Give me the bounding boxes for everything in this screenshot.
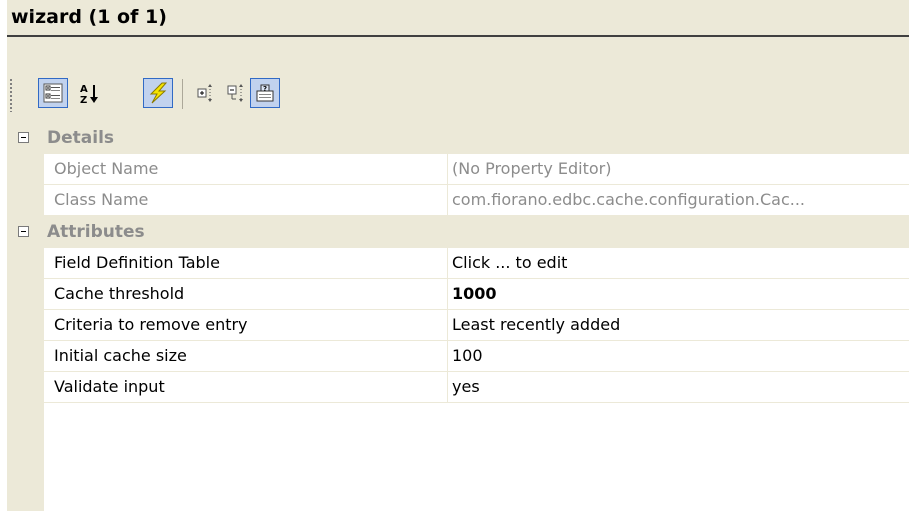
toolbar-separator xyxy=(182,79,183,109)
column-divider[interactable] xyxy=(447,341,448,371)
property-name: Class Name xyxy=(54,190,149,209)
categorized-button[interactable] xyxy=(38,78,68,108)
property-name: Criteria to remove entry xyxy=(54,315,248,334)
property-name: Object Name xyxy=(54,159,159,178)
property-row-object-name[interactable]: Object Name (No Property Editor) xyxy=(44,154,909,185)
property-row-class-name[interactable]: Class Name com.fiorano.edbc.cache.config… xyxy=(44,185,909,216)
alphabetical-sort-icon: A Z xyxy=(80,84,98,104)
events-button[interactable] xyxy=(143,78,173,108)
collapse-icon[interactable] xyxy=(18,132,29,143)
category-attributes[interactable]: Attributes xyxy=(7,216,909,248)
alphabetical-button[interactable]: A Z xyxy=(75,78,105,108)
property-pages-button[interactable]: ? xyxy=(250,78,280,108)
property-value[interactable]: yes xyxy=(452,372,907,402)
expand-all-button[interactable] xyxy=(191,78,221,108)
property-value: (No Property Editor) xyxy=(452,159,612,178)
toolbar-grip[interactable] xyxy=(10,79,13,112)
property-pages-icon: ? xyxy=(256,84,274,102)
property-name: Initial cache size xyxy=(54,346,187,365)
column-divider[interactable] xyxy=(447,372,448,402)
property-value: com.fiorano.edbc.cache.configuration.Cac… xyxy=(452,190,805,209)
property-grid: Details Object Name (No Property Editor)… xyxy=(7,122,909,511)
collapse-all-button[interactable] xyxy=(221,78,251,108)
events-icon xyxy=(149,82,168,104)
property-value[interactable]: 100 xyxy=(452,341,907,371)
property-value[interactable]: 1000 xyxy=(452,279,907,309)
panel-title: wizard (1 of 1) xyxy=(7,0,909,37)
collapse-icon[interactable] xyxy=(18,226,29,237)
expand-all-icon xyxy=(197,84,212,102)
property-panel: wizard (1 of 1) A Z ? Details Object Nam… xyxy=(7,0,909,511)
property-row-initial-cache-size[interactable]: Initial cache size 100 xyxy=(44,341,909,372)
svg-text:?: ? xyxy=(263,85,267,93)
column-divider[interactable] xyxy=(447,248,448,278)
property-name: Cache threshold xyxy=(54,284,185,303)
toolbar: A Z ? xyxy=(7,37,909,122)
svg-text:Z: Z xyxy=(80,95,87,104)
property-row-criteria-to-remove-entry[interactable]: Criteria to remove entry Least recently … xyxy=(44,310,909,341)
grid-gutter xyxy=(7,122,44,511)
property-value[interactable]: Click ... to edit xyxy=(452,248,907,278)
property-row-cache-threshold[interactable]: Cache threshold 1000 xyxy=(44,279,909,310)
property-value[interactable]: Least recently added xyxy=(452,310,907,340)
column-divider[interactable] xyxy=(447,279,448,309)
column-divider[interactable] xyxy=(447,310,448,340)
svg-text:A: A xyxy=(80,84,88,95)
property-row-validate-input[interactable]: Validate input yes xyxy=(44,372,909,403)
category-label: Details xyxy=(47,128,115,148)
category-details[interactable]: Details xyxy=(7,122,909,154)
category-label: Attributes xyxy=(47,222,145,242)
collapse-all-icon xyxy=(227,84,243,102)
property-row-field-definition-table[interactable]: Field Definition Table Click ... to edit xyxy=(44,248,909,279)
column-divider[interactable] xyxy=(447,185,448,215)
property-name: Validate input xyxy=(54,377,165,396)
column-divider[interactable] xyxy=(447,154,448,184)
categorized-icon xyxy=(43,83,63,103)
property-name: Field Definition Table xyxy=(54,253,220,272)
